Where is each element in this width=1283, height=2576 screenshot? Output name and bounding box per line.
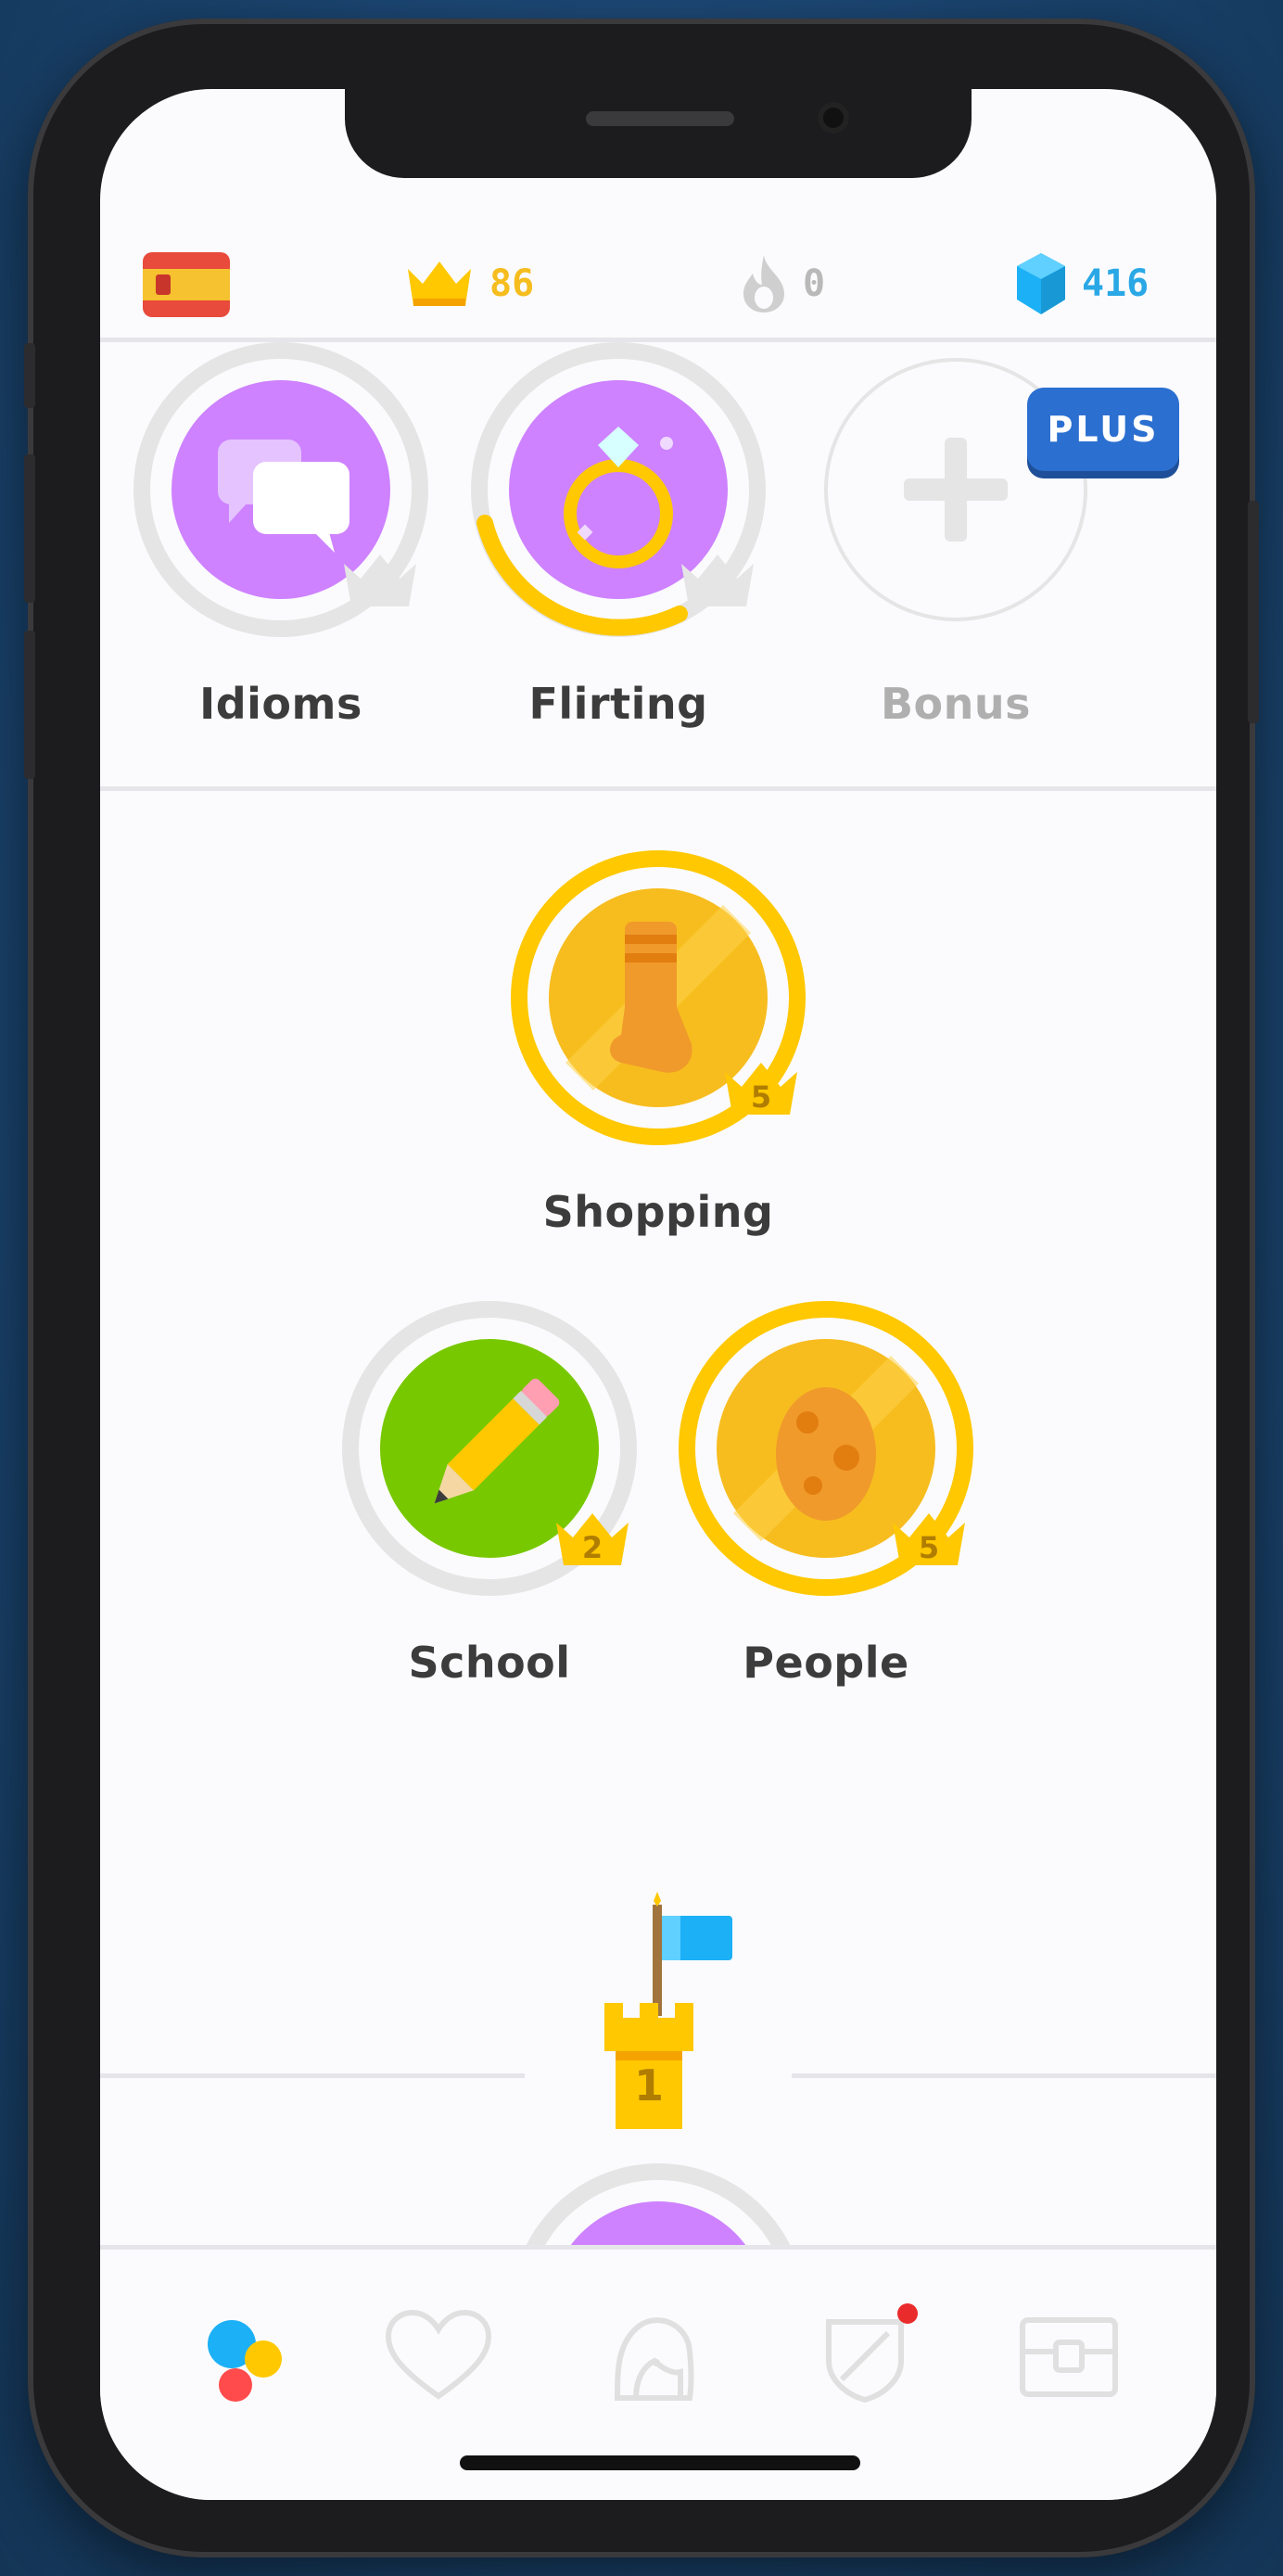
power-button <box>1248 501 1259 723</box>
crown-badge <box>338 547 422 612</box>
skill-label: Idioms <box>199 679 362 729</box>
crowns-count: 86 <box>489 262 535 305</box>
stats-bar: 86 0 416 <box>100 228 1216 339</box>
castle-checkpoint-icon <box>604 1892 732 2129</box>
crown-level: 5 <box>750 1079 772 1115</box>
crown-badge: 5 <box>719 1055 803 1120</box>
skill-label: Shopping <box>542 1187 774 1237</box>
profile-icon <box>614 2317 694 2401</box>
skill-idioms[interactable]: Idioms <box>128 341 434 729</box>
gems-count: 416 <box>1082 262 1150 305</box>
crown-level: 2 <box>581 1530 603 1565</box>
checkpoint-line-right <box>792 2073 1216 2078</box>
skill-label: Bonus <box>880 679 1032 729</box>
front-camera <box>818 102 849 134</box>
spanish-flag-icon[interactable] <box>143 252 230 317</box>
next-skill-peek[interactable] <box>510 2162 807 2255</box>
volume-up-button <box>24 454 35 603</box>
skill-people[interactable]: 5 People <box>673 1300 979 1688</box>
crown-icon <box>408 261 471 306</box>
skill-flirting[interactable]: Flirting <box>465 341 771 729</box>
crown-level: 5 <box>918 1530 940 1565</box>
section-divider <box>100 786 1216 791</box>
egg-icon <box>776 1387 876 1521</box>
skill-school[interactable]: 2 School <box>337 1300 642 1688</box>
speaker <box>586 111 734 126</box>
nav-learn[interactable] <box>184 2296 304 2417</box>
notch <box>345 89 972 178</box>
skill-label: School <box>408 1638 571 1688</box>
bonus-circle <box>824 358 1087 621</box>
streak-count: 0 <box>803 262 826 305</box>
heart-icon <box>385 2309 492 2400</box>
crown-badge <box>676 547 759 612</box>
nav-stories[interactable] <box>378 2296 499 2417</box>
nav-profile[interactable] <box>593 2296 714 2417</box>
home-indicator[interactable] <box>460 2455 860 2470</box>
mute-switch <box>24 343 35 408</box>
checkpoint-line-left <box>100 2073 525 2078</box>
notification-dot <box>897 2303 918 2324</box>
skill-label: People <box>743 1638 909 1688</box>
volume-down-button <box>24 631 35 779</box>
checkpoint-castle[interactable]: 1 <box>593 1888 742 2148</box>
learn-dots-icon <box>208 2320 282 2402</box>
app-screen: 86 0 416 Idioms Flirting Bonus PLUS 5 Sh… <box>100 89 1216 2500</box>
crown-badge: 5 <box>887 1506 971 1571</box>
nav-shop[interactable] <box>1009 2296 1129 2417</box>
streak-stat[interactable]: 0 <box>738 255 826 312</box>
checkpoint-number: 1 <box>633 2060 664 2111</box>
chest-icon <box>1020 2317 1118 2397</box>
gems-stat[interactable]: 416 <box>1013 253 1150 314</box>
crowns-stat[interactable]: 86 <box>402 256 534 312</box>
flame-icon <box>743 255 784 312</box>
plus-badge[interactable]: PLUS <box>1027 388 1179 471</box>
skill-label: Flirting <box>528 679 708 729</box>
skill-shopping[interactable]: 5 Shopping <box>505 849 811 1237</box>
crown-badge: 2 <box>551 1506 634 1571</box>
nav-leaderboards[interactable] <box>805 2296 925 2417</box>
gem-icon <box>1017 253 1065 314</box>
